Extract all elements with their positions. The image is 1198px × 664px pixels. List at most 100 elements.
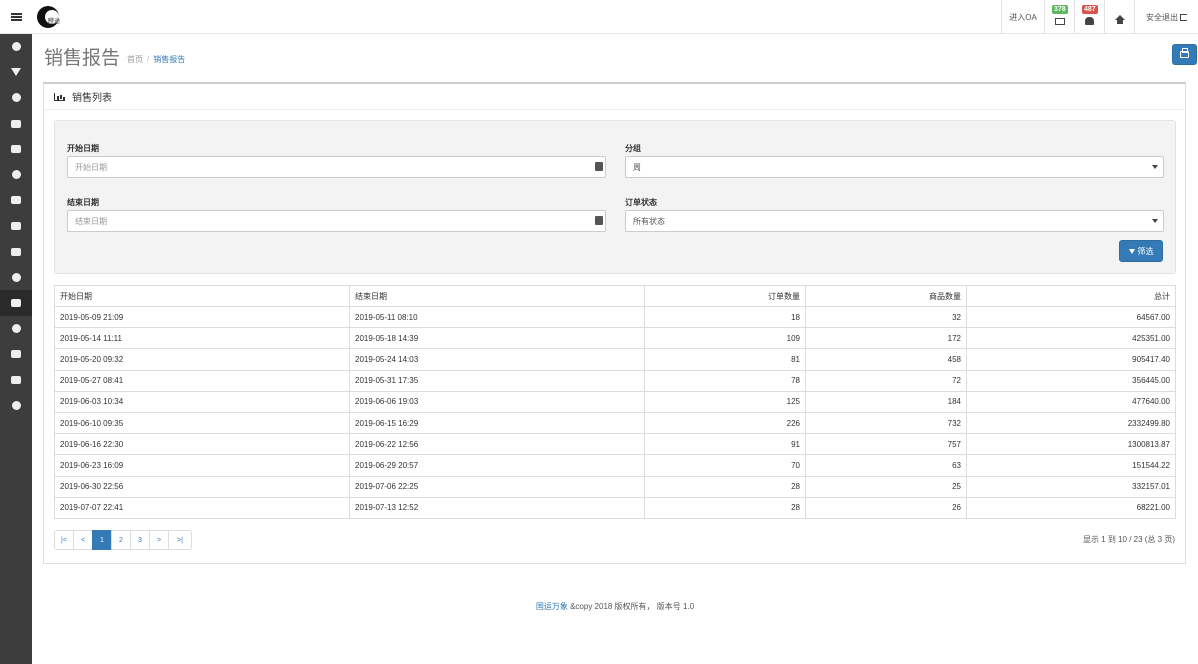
notification-button[interactable]: 487 (1074, 0, 1104, 34)
calendar-icon[interactable] (595, 216, 603, 225)
breadcrumb-current: 销售报告 (153, 55, 186, 64)
end-date-placeholder: 结束日期 (75, 216, 107, 226)
filter-button[interactable]: 筛选 (1119, 240, 1163, 262)
cell-order-count: 81 (644, 348, 806, 371)
table-row: 2019-06-03 10:34 2019-06-06 19:03 125 184 47… (54, 390, 1176, 413)
sidebar-item-bicycle[interactable] (0, 213, 32, 239)
sidebar-item-gift[interactable] (0, 136, 32, 162)
breadcrumb-home-link[interactable]: 首页 (127, 55, 143, 64)
cell-end-date: 2019-05-18 14:39 (349, 327, 645, 350)
sidebar-item-user[interactable] (0, 85, 32, 111)
logout-link[interactable]: 安全退出 (1134, 0, 1198, 34)
envelope-icon (1054, 17, 1065, 25)
line-chart-icon (11, 375, 21, 384)
panel-header: 销售列表 (44, 84, 1185, 110)
sidebar-item-soccer[interactable] (0, 264, 32, 290)
share-icon (11, 170, 21, 180)
cell-order-count: 125 (644, 390, 806, 413)
sidebar-item-truck[interactable] (0, 188, 32, 214)
start-date-placeholder: 开始日期 (75, 162, 107, 172)
cell-order-count: 70 (644, 454, 806, 477)
table-header-row: 开始日期 结束日期 订单数量 商品数量 总计 (54, 285, 1176, 307)
pagination-page-1[interactable]: 1 (92, 530, 112, 550)
cart-icon (11, 247, 21, 256)
cell-end-date: 2019-06-29 20:57 (349, 454, 645, 477)
table-row: 2019-05-14 11:11 2019-05-18 14:39 109 172 42… (54, 327, 1176, 350)
pagination: |< < 1 2 3 > >| (54, 530, 192, 550)
sidebar-item-share[interactable] (0, 162, 32, 188)
cell-order-count: 226 (644, 411, 806, 435)
sidebar-item-settings[interactable] (0, 392, 32, 418)
menu-toggle-button[interactable] (0, 0, 32, 34)
sidebar-item-line-chart[interactable] (0, 367, 32, 393)
column-header-order-count[interactable]: 订单数量 (644, 285, 806, 307)
group-select[interactable]: 周 (625, 156, 1164, 178)
cell-start-date: 2019-06-03 10:34 (54, 390, 350, 413)
mail-button[interactable]: 378 (1044, 0, 1074, 34)
pagination-next[interactable]: > (149, 530, 169, 550)
sidebar-item-hourglass[interactable] (0, 60, 32, 86)
sidebar-item-users[interactable] (0, 341, 32, 367)
order-status-select[interactable]: 所有状态 (625, 210, 1164, 232)
sidebar-item-cart[interactable] (0, 239, 32, 265)
enter-oa-link[interactable]: 进入OA (1001, 0, 1044, 34)
truck-icon (11, 196, 21, 205)
cell-total: 1300813.87 (966, 433, 1176, 456)
cell-total: 151544.22 (966, 454, 1176, 477)
caret-down-icon (1152, 219, 1158, 223)
cell-order-count: 78 (644, 369, 806, 392)
breadcrumb: 首页 / 销售报告 (127, 54, 185, 65)
cell-end-date: 2019-05-24 14:03 (349, 348, 645, 371)
cell-item-count: 63 (805, 454, 967, 477)
cell-total: 2332499.80 (966, 411, 1176, 435)
top-navbar: 瞪途 进入OA 378 487 安全退出 (0, 0, 1198, 34)
hourglass-icon (11, 68, 21, 77)
cell-item-count: 172 (805, 327, 967, 350)
mail-count-badge: 378 (1052, 5, 1068, 14)
print-icon (1180, 48, 1189, 58)
cell-end-date: 2019-05-31 17:35 (349, 369, 645, 392)
pagination-prev[interactable]: < (73, 530, 93, 550)
cell-end-date: 2019-06-06 19:03 (349, 390, 645, 413)
pagination-first[interactable]: |< (54, 530, 74, 550)
table-row: 2019-05-20 09:32 2019-05-24 14:03 81 458 905… (54, 348, 1176, 371)
cell-order-count: 28 (644, 475, 806, 498)
calendar-icon[interactable] (595, 162, 603, 171)
logo[interactable]: 瞪途 (37, 6, 63, 28)
cell-order-count: 28 (644, 496, 806, 519)
start-date-input[interactable]: 开始日期 (67, 156, 606, 178)
cell-end-date: 2019-07-06 22:25 (349, 475, 645, 498)
order-status-selected-value: 所有状态 (633, 216, 665, 226)
notification-count-badge: 487 (1082, 5, 1098, 14)
cell-start-date: 2019-05-14 11:11 (54, 327, 350, 350)
footer-brand-link[interactable]: 国运万象 (536, 602, 568, 611)
sidebar (0, 34, 32, 664)
column-header-end-date[interactable]: 结束日期 (349, 285, 645, 307)
cell-total: 332157.01 (966, 475, 1176, 498)
book-icon (11, 119, 21, 128)
pagination-page-3[interactable]: 3 (130, 530, 150, 550)
column-header-total[interactable]: 总计 (966, 285, 1176, 307)
caret-down-icon (1152, 165, 1158, 169)
sidebar-item-user-secret[interactable] (0, 316, 32, 342)
cell-item-count: 32 (805, 305, 967, 329)
print-button[interactable] (1172, 44, 1197, 65)
cell-item-count: 458 (805, 348, 967, 371)
column-header-item-count[interactable]: 商品数量 (805, 285, 967, 307)
pagination-last[interactable]: >| (168, 530, 192, 550)
cell-item-count: 72 (805, 369, 967, 392)
table-row: 2019-05-09 21:09 2019-05-11 08:10 18 32 6456… (54, 305, 1176, 329)
pagination-page-2[interactable]: 2 (111, 530, 131, 550)
cell-item-count: 732 (805, 411, 967, 435)
column-header-start-date[interactable]: 开始日期 (54, 285, 350, 307)
home-icon (1114, 14, 1125, 24)
sidebar-item-sales-report[interactable] (0, 289, 32, 316)
end-date-input[interactable]: 结束日期 (67, 210, 606, 232)
gear-icon (11, 400, 21, 410)
sidebar-item-dashboard[interactable] (0, 34, 32, 60)
home-button[interactable] (1104, 0, 1134, 34)
sidebar-item-book[interactable] (0, 111, 32, 137)
cell-total: 356445.00 (966, 369, 1176, 392)
sign-out-icon (1180, 13, 1187, 21)
pagination-info: 显示 1 到 10 / 23 (总 3 页) (1082, 535, 1175, 544)
